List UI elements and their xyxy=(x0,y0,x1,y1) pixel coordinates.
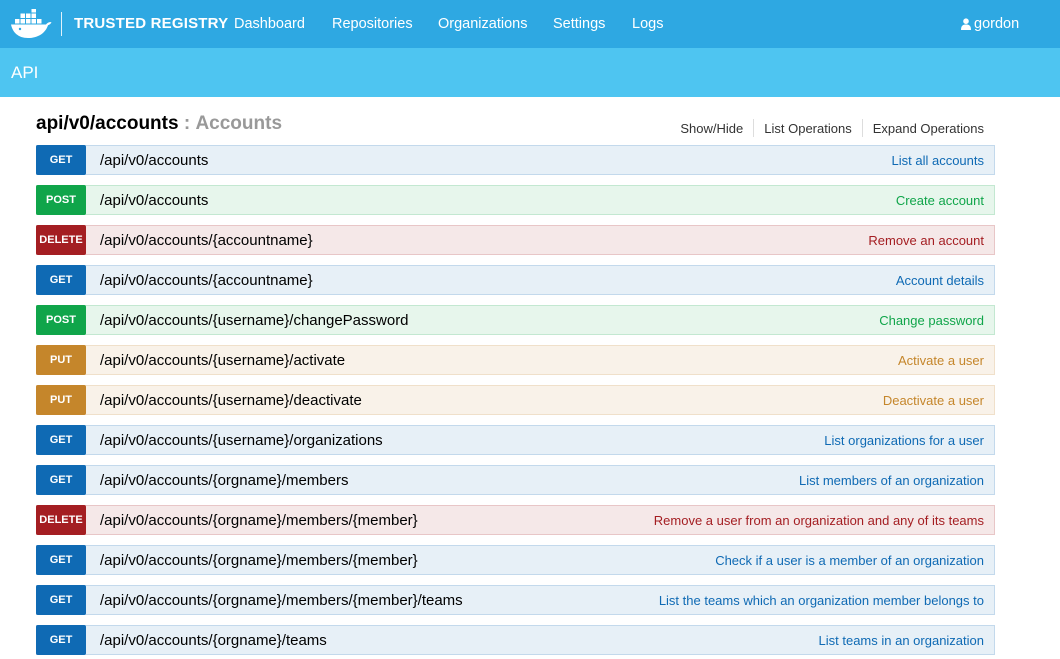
user-menu[interactable]: gordon xyxy=(961,16,1019,32)
operation-summary[interactable]: List members of an organization xyxy=(799,473,984,488)
operation-row[interactable]: GET /api/v0/accounts/{orgname}/members/{… xyxy=(36,545,995,575)
operation-summary[interactable]: List organizations for a user xyxy=(824,433,984,448)
operation-row[interactable]: GET /api/v0/accounts/{orgname}/members/{… xyxy=(36,585,995,615)
method-badge[interactable]: GET xyxy=(36,425,86,455)
method-badge[interactable]: PUT xyxy=(36,385,86,415)
brand-title[interactable]: TRUSTED REGISTRY xyxy=(74,15,228,32)
operation-path[interactable]: /api/v0/accounts/{orgname}/members/{memb… xyxy=(100,592,463,609)
navbar-divider xyxy=(61,12,62,36)
method-badge[interactable]: POST xyxy=(36,185,86,215)
nav-link-repositories[interactable]: Repositories xyxy=(332,16,413,32)
operation-path[interactable]: /api/v0/accounts/{orgname}/members xyxy=(100,472,348,489)
method-badge[interactable]: POST xyxy=(36,305,86,335)
list-operations-link[interactable]: List Operations xyxy=(764,121,851,136)
operation-summary[interactable]: Account details xyxy=(896,273,984,288)
operation-summary[interactable]: Check if a user is a member of an organi… xyxy=(715,553,984,568)
operation-summary[interactable]: Activate a user xyxy=(898,353,984,368)
method-badge[interactable]: GET xyxy=(36,145,86,175)
operation-path[interactable]: /api/v0/accounts/{username}/deactivate xyxy=(100,392,362,409)
top-navbar: TRUSTED REGISTRY Dashboard Repositories … xyxy=(0,0,1060,48)
operation-path[interactable]: /api/v0/accounts/{accountname} xyxy=(100,232,313,249)
method-badge[interactable]: GET xyxy=(36,465,86,495)
operation-summary[interactable]: List all accounts xyxy=(892,153,985,168)
operation-row[interactable]: PUT /api/v0/accounts/{username}/activate… xyxy=(36,345,995,375)
method-badge[interactable]: GET xyxy=(36,265,86,295)
resource-name: Accounts xyxy=(195,113,283,134)
operation-path[interactable]: /api/v0/accounts/{orgname}/members/{memb… xyxy=(100,512,418,529)
operation-path[interactable]: /api/v0/accounts xyxy=(100,152,208,169)
method-badge[interactable]: DELETE xyxy=(36,505,86,535)
operation-row[interactable]: GET /api/v0/accounts/{username}/organiza… xyxy=(36,425,995,455)
resource-path[interactable]: api/v0/accounts xyxy=(36,113,179,134)
operation-summary[interactable]: Remove an account xyxy=(868,233,984,248)
operation-row[interactable]: DELETE /api/v0/accounts/{orgname}/member… xyxy=(36,505,995,535)
operation-summary[interactable]: Change password xyxy=(879,313,984,328)
operation-summary[interactable]: List the teams which an organization mem… xyxy=(659,593,984,608)
operation-summary[interactable]: Remove a user from an organization and a… xyxy=(654,513,984,528)
api-title-bar: API xyxy=(0,48,1060,97)
expand-operations-link[interactable]: Expand Operations xyxy=(873,121,984,136)
nav-link-settings[interactable]: Settings xyxy=(553,16,605,32)
nav-link-organizations[interactable]: Organizations xyxy=(438,16,527,32)
resource-heading[interactable]: api/v0/accounts : Accounts xyxy=(36,113,282,135)
operation-row[interactable]: GET /api/v0/accounts/{accountname} Accou… xyxy=(36,265,995,295)
show-hide-link[interactable]: Show/Hide xyxy=(680,121,743,136)
operation-path[interactable]: /api/v0/accounts/{username}/activate xyxy=(100,352,345,369)
operation-row[interactable]: GET /api/v0/accounts List all accounts xyxy=(36,145,995,175)
operation-row[interactable]: POST /api/v0/accounts/{username}/changeP… xyxy=(36,305,995,335)
method-badge[interactable]: GET xyxy=(36,585,86,615)
operation-row[interactable]: PUT /api/v0/accounts/{username}/deactiva… xyxy=(36,385,995,415)
method-badge[interactable]: GET xyxy=(36,625,86,655)
method-badge[interactable]: GET xyxy=(36,545,86,575)
operation-path[interactable]: /api/v0/accounts/{username}/organization… xyxy=(100,432,383,449)
nav-link-dashboard[interactable]: Dashboard xyxy=(234,16,305,32)
operation-row[interactable]: GET /api/v0/accounts/{orgname}/teams Lis… xyxy=(36,625,995,655)
resource-actions: Show/Hide List Operations Expand Operati… xyxy=(680,119,984,137)
resource-separator: : xyxy=(183,113,191,134)
operations-list: GET /api/v0/accounts List all accounts P… xyxy=(36,145,995,659)
nav-link-logs[interactable]: Logs xyxy=(632,16,663,32)
operation-path[interactable]: /api/v0/accounts/{orgname}/members/{memb… xyxy=(100,552,418,569)
operation-path[interactable]: /api/v0/accounts xyxy=(100,192,208,209)
operation-row[interactable]: POST /api/v0/accounts Create account xyxy=(36,185,995,215)
operation-path[interactable]: /api/v0/accounts/{username}/changePasswo… xyxy=(100,312,409,329)
operation-summary[interactable]: Deactivate a user xyxy=(883,393,984,408)
method-badge[interactable]: DELETE xyxy=(36,225,86,255)
method-badge[interactable]: PUT xyxy=(36,345,86,375)
api-title: API xyxy=(11,63,39,82)
operation-row[interactable]: DELETE /api/v0/accounts/{accountname} Re… xyxy=(36,225,995,255)
action-divider xyxy=(861,119,863,137)
operation-path[interactable]: /api/v0/accounts/{accountname} xyxy=(100,272,313,289)
action-divider xyxy=(753,119,755,137)
operation-path[interactable]: /api/v0/accounts/{orgname}/teams xyxy=(100,632,327,649)
operation-row[interactable]: GET /api/v0/accounts/{orgname}/members L… xyxy=(36,465,995,495)
username: gordon xyxy=(974,16,1020,32)
user-icon xyxy=(961,18,971,30)
operation-summary[interactable]: Create account xyxy=(896,193,984,208)
docker-whale-icon[interactable] xyxy=(10,8,52,39)
operation-summary[interactable]: List teams in an organization xyxy=(819,633,984,648)
